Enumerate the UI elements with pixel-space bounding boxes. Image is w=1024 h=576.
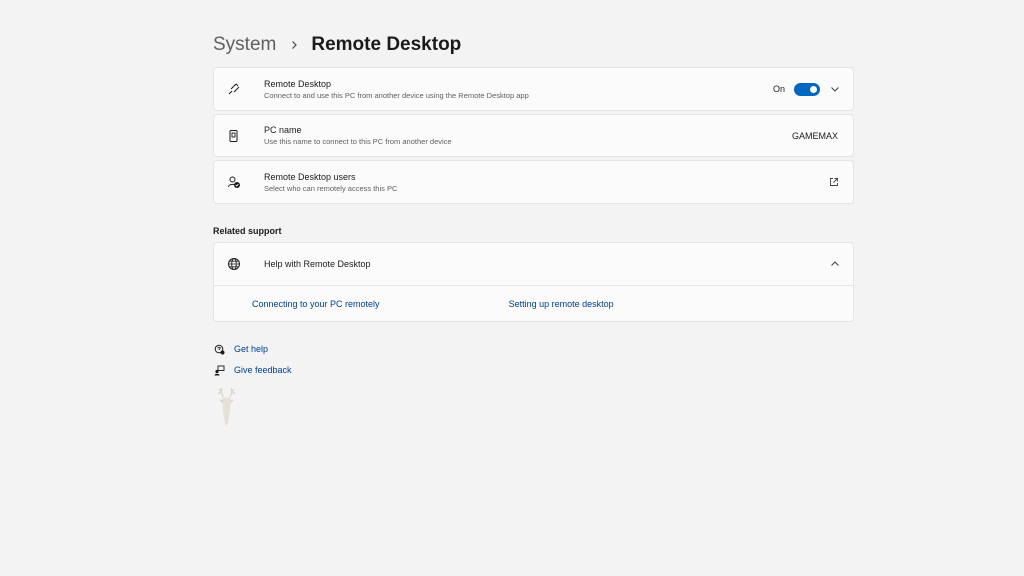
deer-watermark xyxy=(213,387,240,428)
help-chat-icon xyxy=(213,343,225,355)
breadcrumb-system[interactable]: System xyxy=(213,34,276,56)
pc-name-card: PC name Use this name to connect to this… xyxy=(213,114,854,157)
pc-name-value: GAMEMAX xyxy=(791,130,838,141)
remote-desktop-users-card[interactable]: Remote Desktop users Select who can remo… xyxy=(213,160,854,204)
chevron-up-icon[interactable] xyxy=(829,258,841,270)
rd-users-title: Remote Desktop users xyxy=(264,171,356,182)
chevron-right-icon xyxy=(288,39,300,51)
pc-name-description: Use this name to connect to this PC from… xyxy=(264,137,452,146)
help-card-header[interactable]: Help with Remote Desktop xyxy=(214,243,853,286)
pc-name-title: PC name xyxy=(264,125,302,135)
get-help-label: Get help xyxy=(234,344,269,354)
help-title: Help with Remote Desktop xyxy=(264,259,371,269)
page-title: Remote Desktop xyxy=(311,34,462,55)
remote-desktop-card[interactable]: Remote Desktop Connect to and use this P… xyxy=(213,67,854,111)
rd-users-description: Select who can remotely access this PC xyxy=(264,183,398,193)
link-connecting-remotely[interactable]: Connecting to your PC remotely xyxy=(252,299,380,309)
remote-desktop-icon xyxy=(226,81,242,97)
chevron-down-icon[interactable] xyxy=(829,83,841,95)
remote-desktop-title: Remote Desktop xyxy=(264,78,332,89)
give-feedback-link[interactable]: Give feedback xyxy=(213,364,292,376)
users-icon xyxy=(226,174,242,190)
breadcrumb: System Remote Desktop xyxy=(213,32,461,58)
get-help-link[interactable]: Get help xyxy=(213,343,268,355)
remote-desktop-description: Connect to and use this PC from another … xyxy=(264,90,529,100)
help-links: Connecting to your PC remotely Setting u… xyxy=(214,286,853,322)
related-support-heading: Related support xyxy=(213,226,282,236)
open-external-icon[interactable] xyxy=(828,176,840,188)
globe-icon xyxy=(226,256,242,272)
remote-desktop-toggle[interactable] xyxy=(794,82,820,96)
help-card: Help with Remote Desktop Connecting to y… xyxy=(213,242,854,322)
link-setting-up-remote-desktop[interactable]: Setting up remote desktop xyxy=(509,299,614,309)
give-feedback-label: Give feedback xyxy=(234,365,292,375)
pc-name-icon xyxy=(226,128,242,144)
feedback-icon xyxy=(213,364,225,376)
toggle-state-label: On xyxy=(772,84,785,94)
